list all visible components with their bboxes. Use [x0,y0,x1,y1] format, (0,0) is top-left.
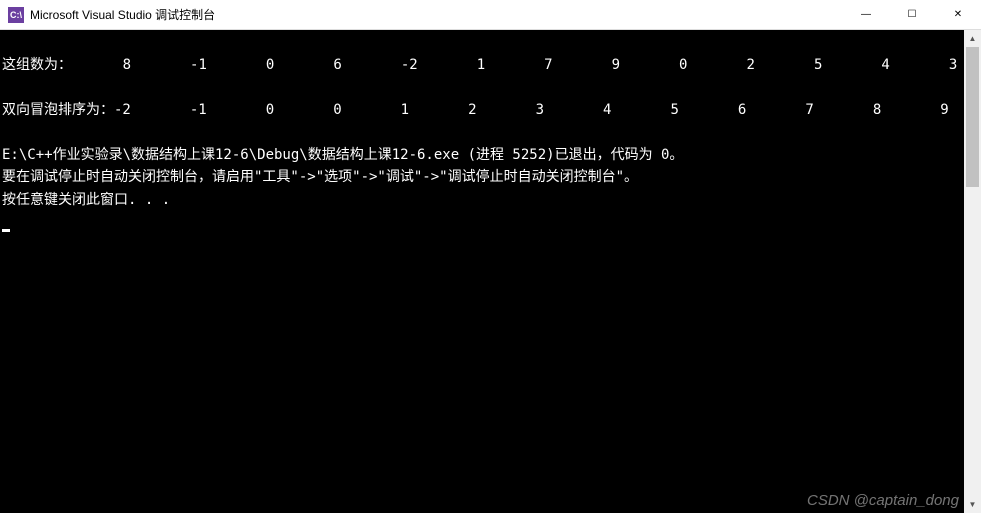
scroll-down-arrow-icon[interactable]: ▼ [964,496,981,513]
window-title: Microsoft Visual Studio 调试控制台 [30,6,843,23]
titlebar: C:\ Microsoft Visual Studio 调试控制台 — ☐ ✕ [0,0,981,30]
vs-console-icon: C:\ [8,7,24,23]
output-exit-line: E:\C++作业实验录\数据结构上课12-6\Debug\数据结构上课12-6.… [2,147,683,163]
output-row-array: 这组数为： 8 -1 0 6 -2 1 7 9 0 2 5 4 3 [2,57,957,73]
maximize-button[interactable]: ☐ [889,0,935,29]
output-hint-line: 要在调试停止时自动关闭控制台，请启用"工具"->"选项"->"调试"->"调试停… [2,169,638,185]
scroll-up-arrow-icon[interactable]: ▲ [964,30,981,47]
scroll-thumb[interactable] [966,47,979,187]
console-output[interactable]: 这组数为： 8 -1 0 6 -2 1 7 9 0 2 5 4 3 双向冒泡排序… [0,30,964,513]
output-row-sorted: 双向冒泡排序为：-2 -1 0 0 1 2 3 4 5 6 7 8 9 [2,102,949,118]
cursor-icon [2,229,10,232]
output-press-key-line: 按任意键关闭此窗口. . . [2,192,170,208]
window-controls: — ☐ ✕ [843,0,981,29]
minimize-button[interactable]: — [843,0,889,29]
vertical-scrollbar[interactable]: ▲ ▼ [964,30,981,513]
console-area: 这组数为： 8 -1 0 6 -2 1 7 9 0 2 5 4 3 双向冒泡排序… [0,30,981,513]
close-button[interactable]: ✕ [935,0,981,29]
